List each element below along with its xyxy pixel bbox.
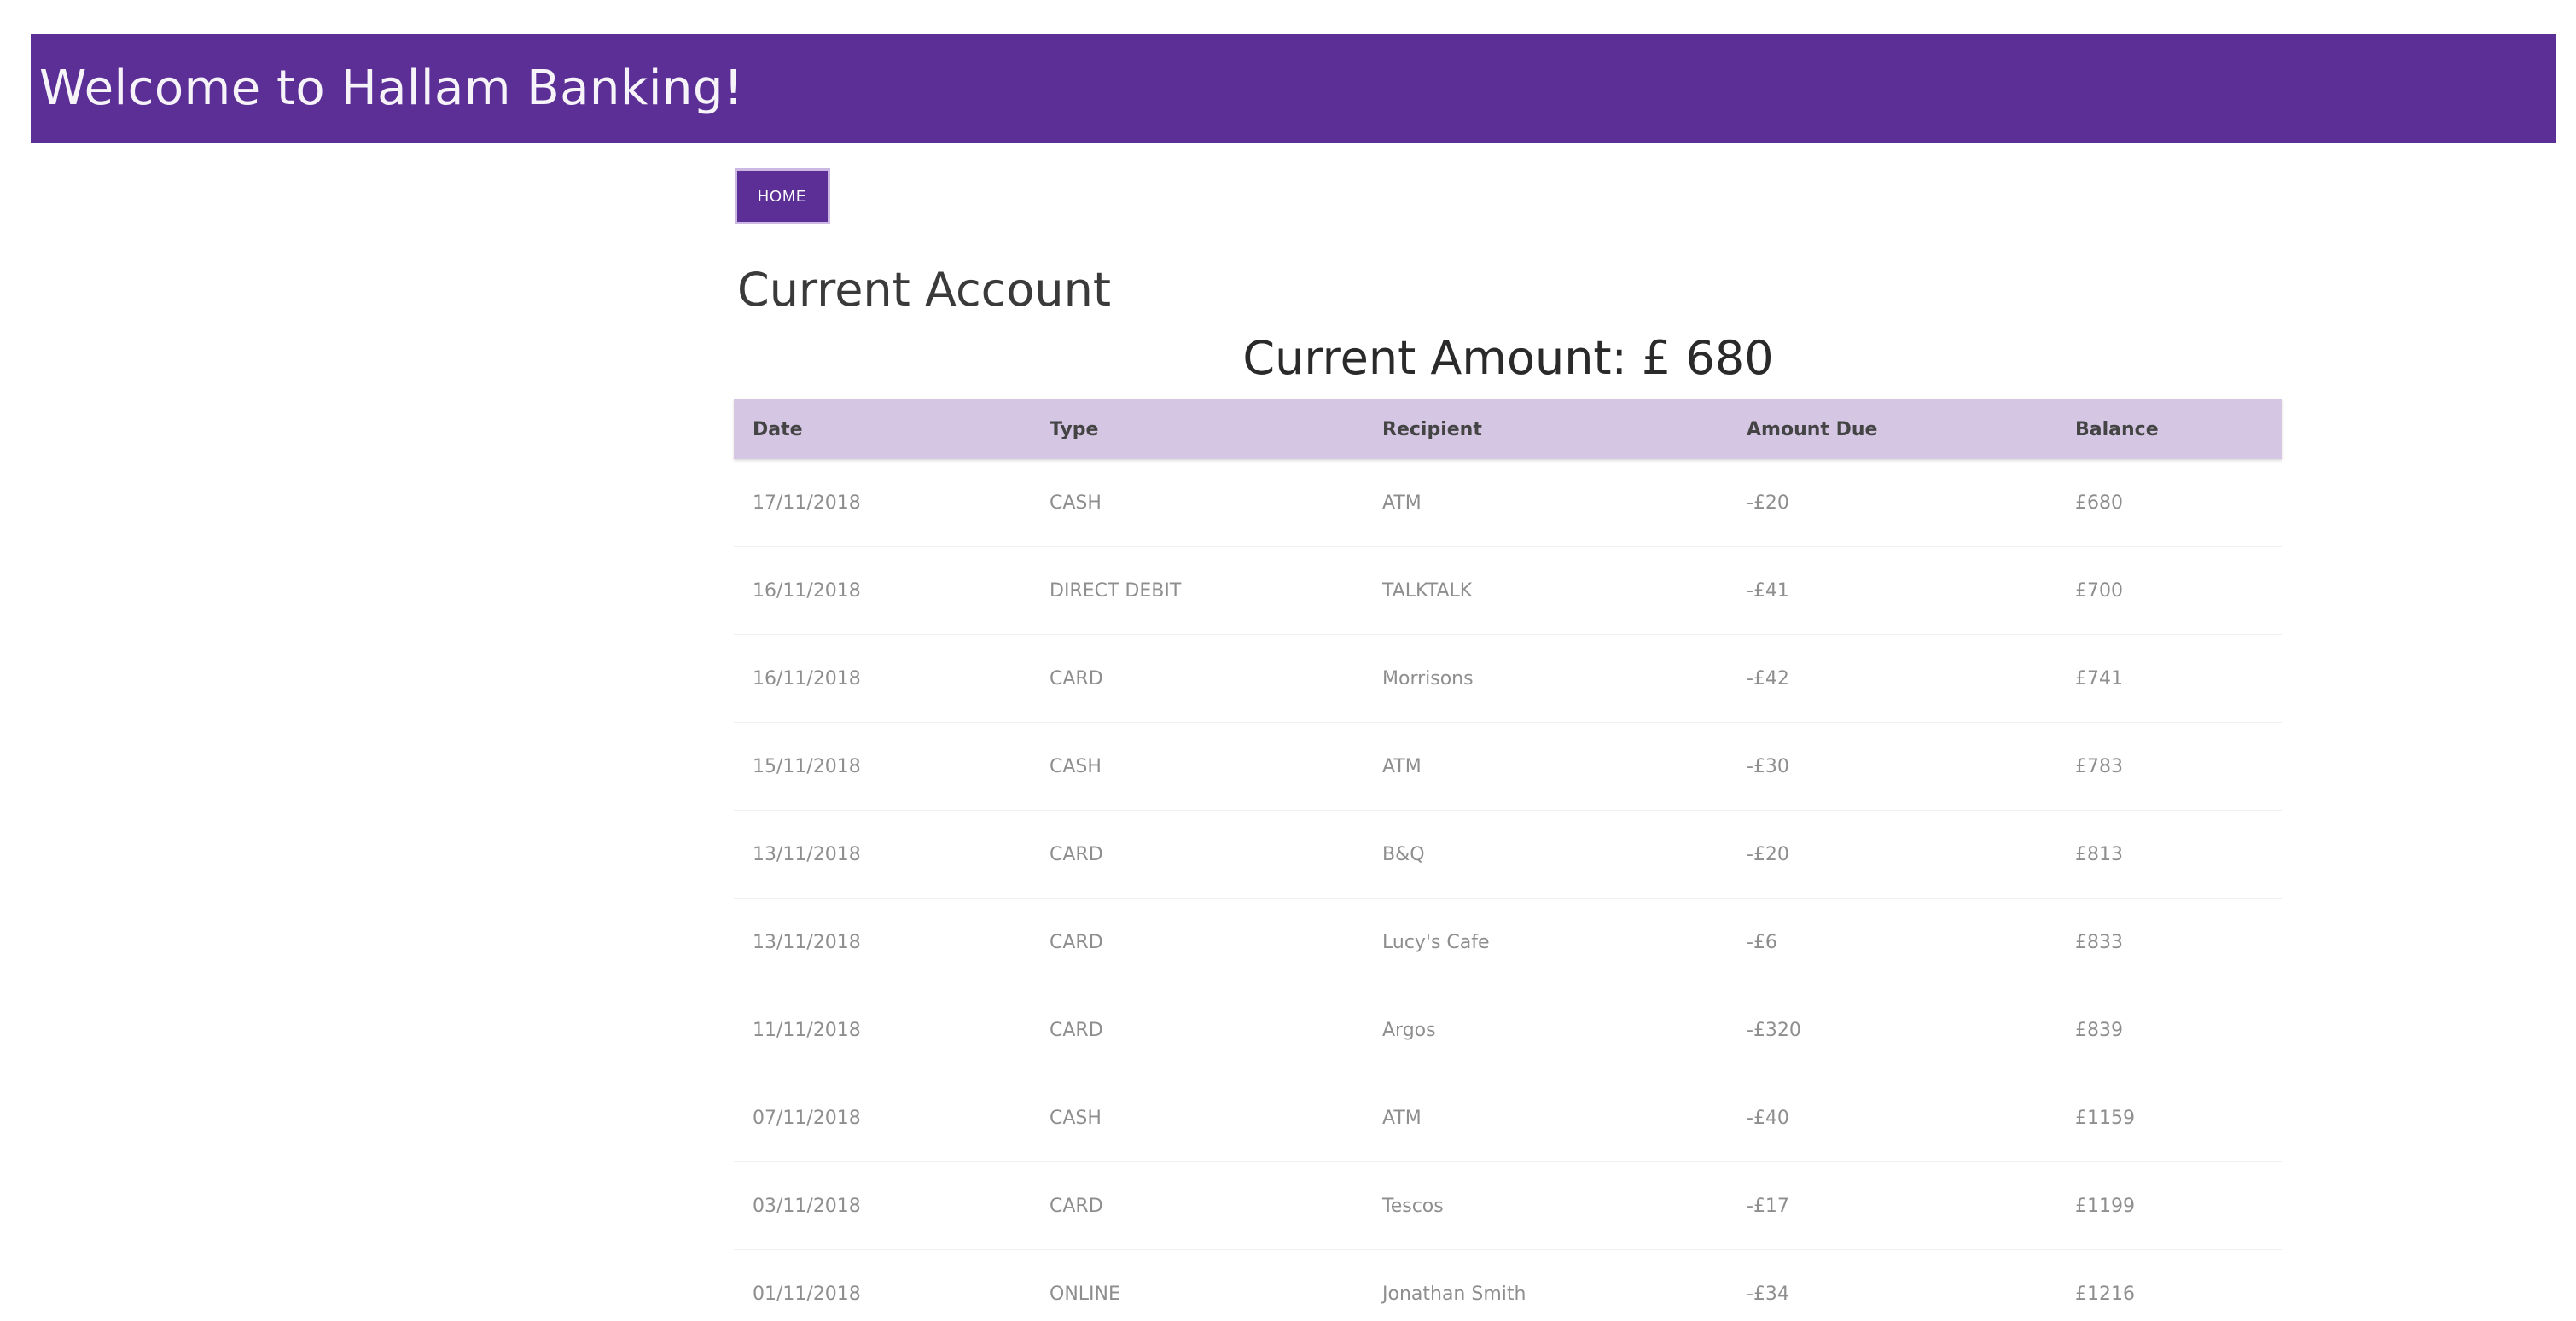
table-row: 16/11/2018 DIRECT DEBIT TALKTALK -£41 £7… (734, 546, 2282, 635)
cell-date: 17/11/2018 (734, 459, 1031, 547)
column-header-amount-due: Amount Due (1747, 418, 1878, 440)
cell-amount-due: -£17 (1728, 1161, 2056, 1250)
cell-type: CARD (1031, 1161, 1364, 1250)
cell-amount-due: -£30 (1728, 722, 2056, 811)
cell-date: 15/11/2018 (734, 722, 1031, 811)
cell-recipient: Jonathan Smith (1364, 1249, 1728, 1321)
cell-balance: £813 (2056, 810, 2282, 899)
cell-date: 01/11/2018 (734, 1249, 1031, 1321)
cell-type: CARD (1031, 898, 1364, 986)
column-header-type: Type (1050, 418, 1099, 440)
table-row: 01/11/2018 ONLINE Jonathan Smith -£34 £1… (734, 1249, 2282, 1321)
cell-date: 07/11/2018 (734, 1074, 1031, 1162)
home-button[interactable]: HOME (737, 171, 828, 222)
cell-balance: £833 (2056, 898, 2282, 986)
cell-type: CARD (1031, 634, 1364, 723)
account-title: Current Account (737, 263, 1112, 317)
transactions-table: Date Type Recipient Amount Due Balance 1… (734, 399, 2282, 1321)
cell-recipient: TALKTALK (1364, 546, 1728, 635)
cell-amount-due: -£41 (1728, 546, 2056, 635)
cell-recipient: B&Q (1364, 810, 1728, 899)
table-row: 16/11/2018 CARD Morrisons -£42 £741 (734, 634, 2282, 723)
table-body: 17/11/2018 CASH ATM -£20 £680 16/11/2018… (734, 459, 2282, 1321)
cell-balance: £1159 (2056, 1074, 2282, 1162)
cell-recipient: Morrisons (1364, 634, 1728, 723)
table-row: 03/11/2018 CARD Tescos -£17 £1199 (734, 1161, 2282, 1250)
cell-recipient: Tescos (1364, 1161, 1728, 1250)
cell-recipient: Argos (1364, 986, 1728, 1074)
cell-recipient: ATM (1364, 1074, 1728, 1162)
cell-amount-due: -£320 (1728, 986, 2056, 1074)
cell-balance: £680 (2056, 459, 2282, 547)
table-header-row: Date Type Recipient Amount Due Balance (734, 399, 2282, 459)
cell-type: CASH (1031, 459, 1364, 547)
cell-balance: £839 (2056, 986, 2282, 1074)
cell-amount-due: -£42 (1728, 634, 2056, 723)
cell-date: 16/11/2018 (734, 546, 1031, 635)
cell-amount-due: -£20 (1728, 810, 2056, 899)
cell-balance: £783 (2056, 722, 2282, 811)
cell-amount-due: -£6 (1728, 898, 2056, 986)
column-header-balance: Balance (2075, 418, 2159, 440)
cell-amount-due: -£40 (1728, 1074, 2056, 1162)
cell-amount-due: -£20 (1728, 459, 2056, 547)
table-header: Date Type Recipient Amount Due Balance (734, 399, 2282, 459)
cell-date: 11/11/2018 (734, 986, 1031, 1074)
table-row: 07/11/2018 CASH ATM -£40 £1159 (734, 1074, 2282, 1162)
cell-balance: £700 (2056, 546, 2282, 635)
cell-type: ONLINE (1031, 1249, 1364, 1321)
current-amount: Current Amount: £ 680 (1242, 331, 1774, 385)
cell-recipient: Lucy's Cafe (1364, 898, 1728, 986)
column-header-date: Date (753, 418, 803, 440)
table-row: 13/11/2018 CARD Lucy's Cafe -£6 £833 (734, 898, 2282, 986)
cell-date: 13/11/2018 (734, 810, 1031, 899)
main-content: HOME Current Account Current Amount: £ 6… (734, 171, 2282, 1321)
cell-date: 16/11/2018 (734, 634, 1031, 723)
cell-recipient: ATM (1364, 722, 1728, 811)
column-header-recipient: Recipient (1382, 418, 1482, 440)
cell-recipient: ATM (1364, 459, 1728, 547)
page: Welcome to Hallam Banking! HOME Current … (0, 0, 2576, 1321)
header-banner: Welcome to Hallam Banking! (31, 34, 2556, 143)
table-row: 15/11/2018 CASH ATM -£30 £783 (734, 722, 2282, 811)
cell-type: CASH (1031, 1074, 1364, 1162)
table-row: 11/11/2018 CARD Argos -£320 £839 (734, 986, 2282, 1074)
cell-balance: £1216 (2056, 1249, 2282, 1321)
cell-date: 13/11/2018 (734, 898, 1031, 986)
table-row: 17/11/2018 CASH ATM -£20 £680 (734, 459, 2282, 547)
cell-type: DIRECT DEBIT (1031, 546, 1364, 635)
cell-balance: £1199 (2056, 1161, 2282, 1250)
table-row: 13/11/2018 CARD B&Q -£20 £813 (734, 810, 2282, 899)
cell-type: CASH (1031, 722, 1364, 811)
cell-date: 03/11/2018 (734, 1161, 1031, 1250)
cell-type: CARD (1031, 810, 1364, 899)
cell-amount-due: -£34 (1728, 1249, 2056, 1321)
cell-balance: £741 (2056, 634, 2282, 723)
site-title: Welcome to Hallam Banking! (39, 61, 743, 116)
cell-type: CARD (1031, 986, 1364, 1074)
